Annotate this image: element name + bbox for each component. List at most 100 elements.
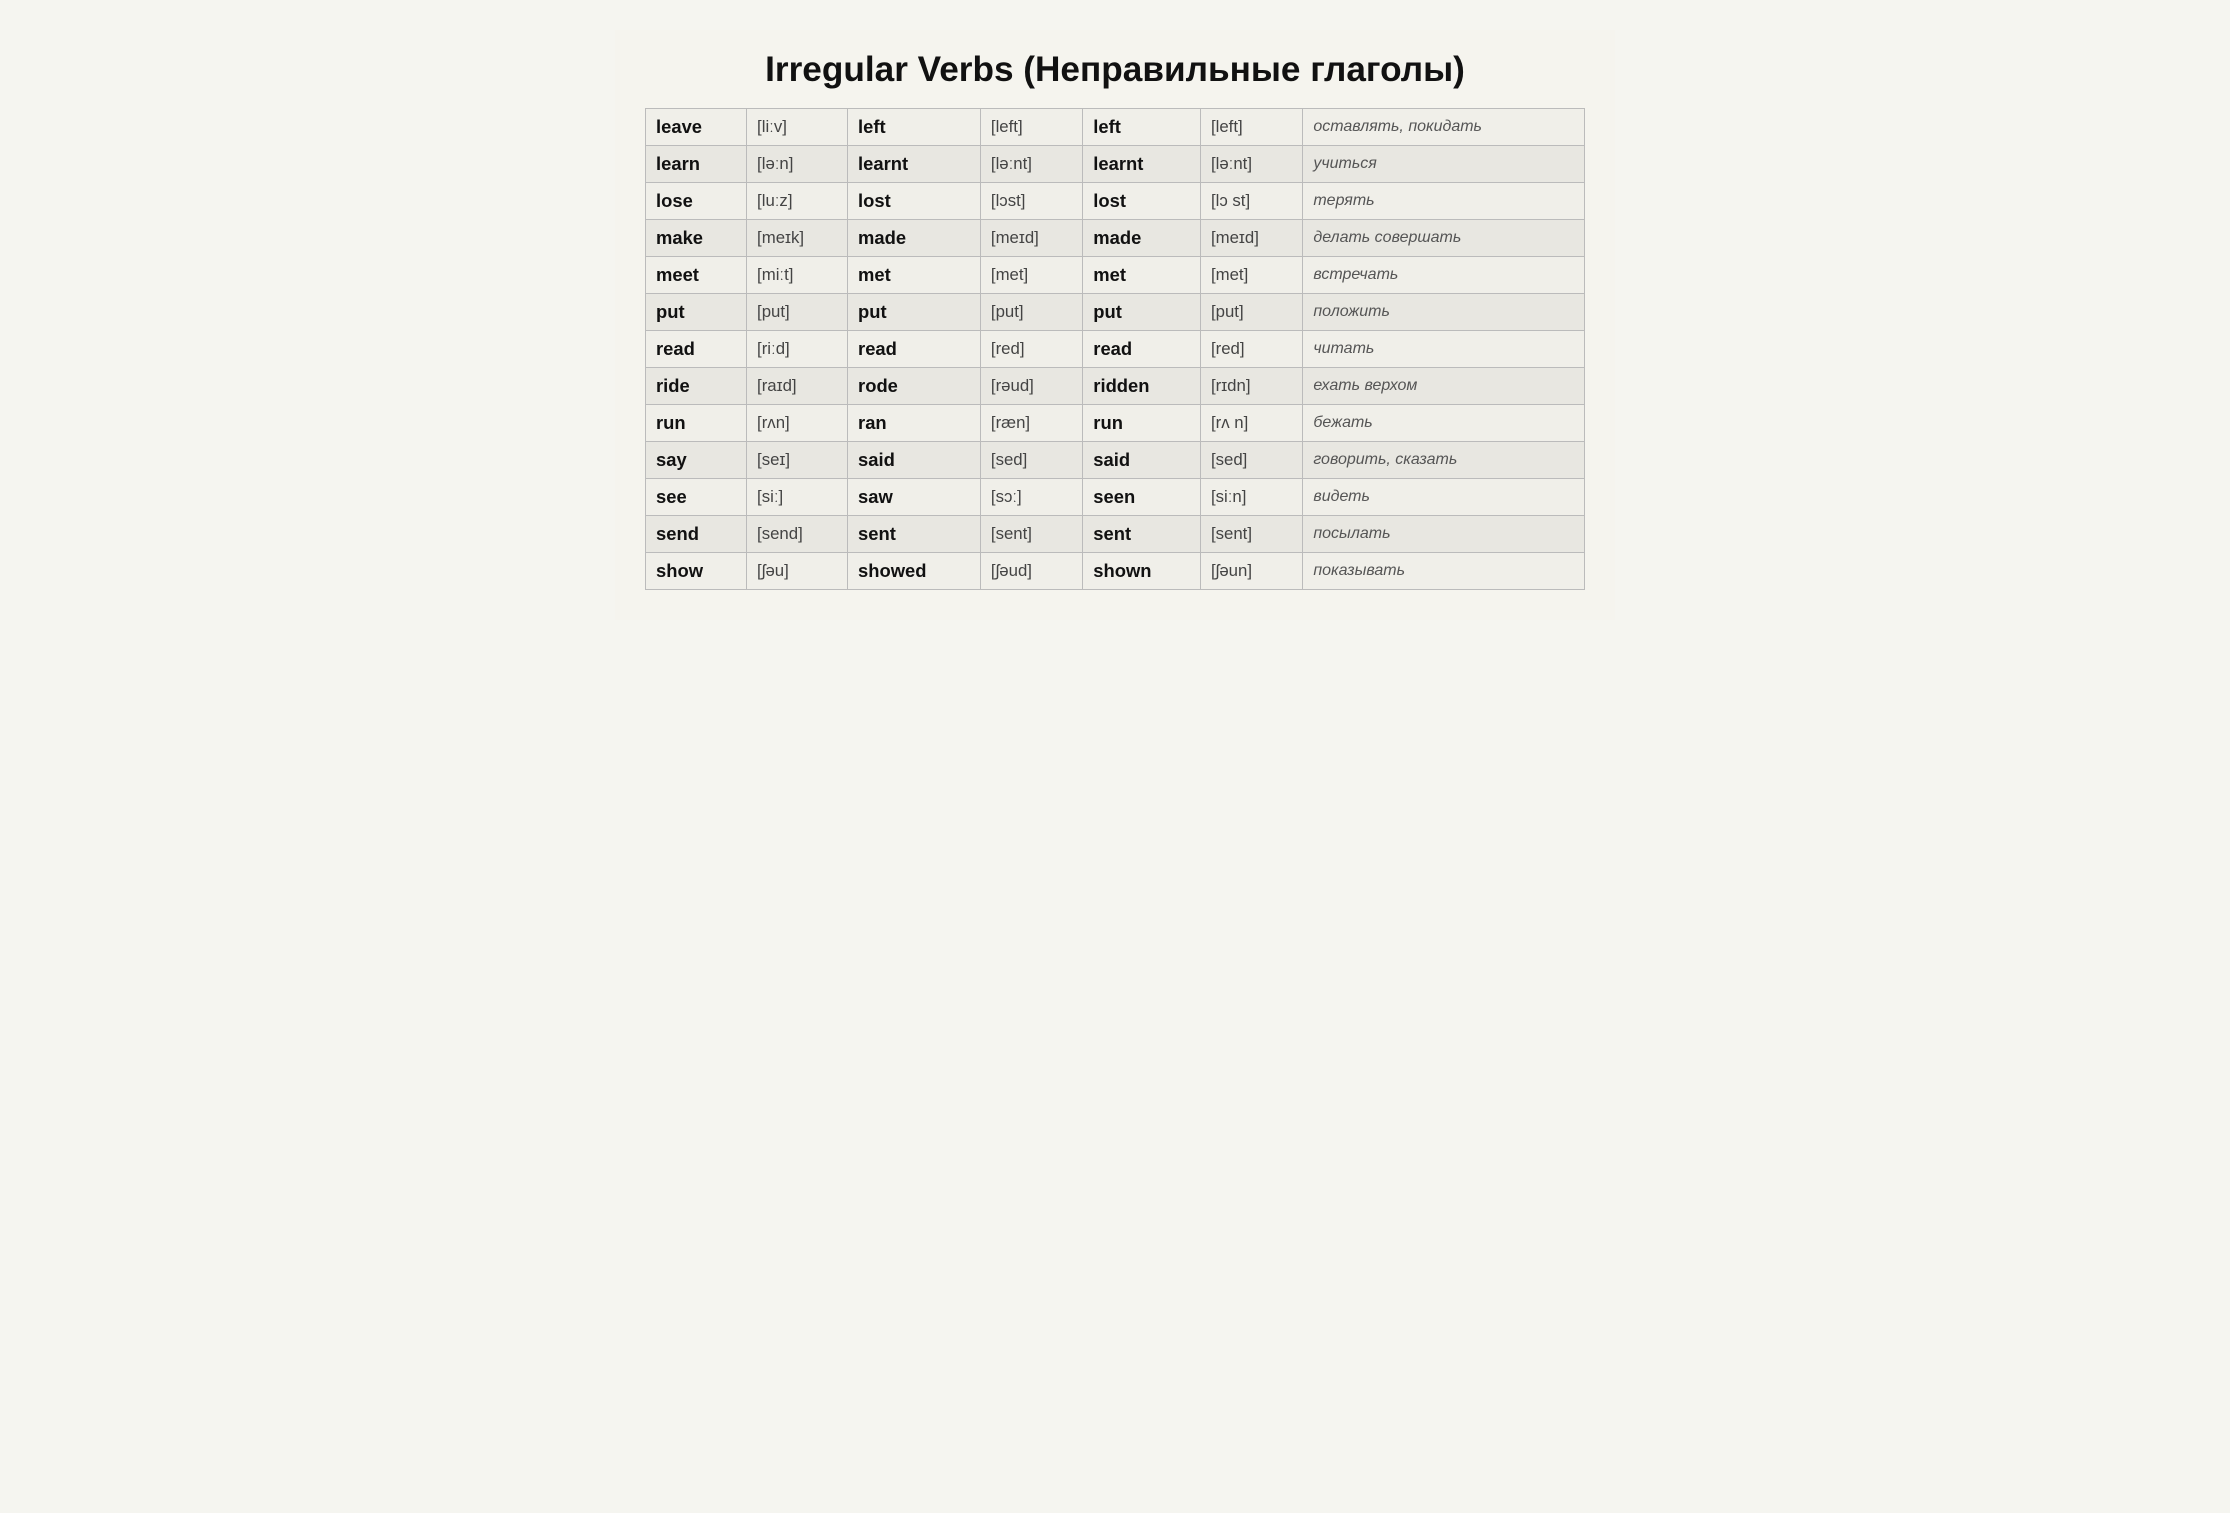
- translation-text: читать: [1313, 340, 1374, 357]
- phonetic3-cell: [siːn]: [1200, 479, 1302, 516]
- phonetic2-cell: [rəud]: [980, 368, 1082, 405]
- past-simple-word: learnt: [858, 153, 908, 174]
- translation-text: говорить, сказать: [1313, 451, 1457, 468]
- translation-cell: говорить, сказать: [1303, 442, 1585, 479]
- phonetic2-cell: [meɪd]: [980, 220, 1082, 257]
- phonetic2-cell: [lɔst]: [980, 183, 1082, 220]
- base-form-cell: meet: [646, 257, 747, 294]
- base-form-word: run: [656, 412, 686, 433]
- phonetic3: [meɪd]: [1211, 228, 1259, 247]
- past-participle-cell: said: [1083, 442, 1201, 479]
- phonetic1: [ləːn]: [757, 154, 793, 173]
- phonetic2: [sɔː]: [991, 487, 1022, 506]
- phonetic1: [send]: [757, 524, 803, 543]
- phonetic3: [left]: [1211, 117, 1243, 136]
- table-row: see [siː] saw [sɔː] seen [siːn] видеть: [646, 479, 1585, 516]
- base-form-word: make: [656, 227, 703, 248]
- translation-cell: показывать: [1303, 553, 1585, 590]
- past-participle-word: left: [1093, 116, 1121, 137]
- phonetic1-cell: [miːt]: [747, 257, 848, 294]
- phonetic1-cell: [meɪk]: [747, 220, 848, 257]
- phonetic2-cell: [left]: [980, 109, 1082, 146]
- past-simple-word: showed: [858, 560, 926, 581]
- past-simple-cell: lost: [848, 183, 981, 220]
- past-participle-word: ridden: [1093, 375, 1149, 396]
- table-row: lose [luːz] lost [lɔst] lost [lɔ st] тер…: [646, 183, 1585, 220]
- past-simple-word: said: [858, 449, 895, 470]
- phonetic1: [raɪd]: [757, 376, 797, 395]
- phonetic2: [met]: [991, 265, 1028, 284]
- table-row: leave [liːv] left [left] left [left] ост…: [646, 109, 1585, 146]
- past-participle-cell: learnt: [1083, 146, 1201, 183]
- table-row: read [riːd] read [red] read [red] читать: [646, 331, 1585, 368]
- translation-text: учиться: [1313, 155, 1376, 172]
- phonetic2-cell: [red]: [980, 331, 1082, 368]
- page-container: Irregular Verbs (Неправильные глаголы) l…: [615, 30, 1615, 620]
- base-form-cell: show: [646, 553, 747, 590]
- past-simple-cell: showed: [848, 553, 981, 590]
- past-simple-word: sent: [858, 523, 896, 544]
- phonetic3: [sent]: [1211, 524, 1252, 543]
- phonetic3: [met]: [1211, 265, 1248, 284]
- phonetic3-cell: [sent]: [1200, 516, 1302, 553]
- phonetic3-cell: [ʃəun]: [1200, 553, 1302, 590]
- table-row: ride [raɪd] rode [rəud] ridden [rɪdn] ех…: [646, 368, 1585, 405]
- phonetic3-cell: [ləːnt]: [1200, 146, 1302, 183]
- phonetic1-cell: [siː]: [747, 479, 848, 516]
- phonetic2: [ləːnt]: [991, 154, 1032, 173]
- phonetic1-cell: [liːv]: [747, 109, 848, 146]
- phonetic3-cell: [put]: [1200, 294, 1302, 331]
- base-form-cell: ride: [646, 368, 747, 405]
- phonetic2: [sed]: [991, 450, 1027, 469]
- past-participle-cell: met: [1083, 257, 1201, 294]
- past-participle-word: read: [1093, 338, 1132, 359]
- translation-cell: делать совершать: [1303, 220, 1585, 257]
- past-simple-cell: ran: [848, 405, 981, 442]
- translation-cell: бежать: [1303, 405, 1585, 442]
- base-form-cell: run: [646, 405, 747, 442]
- past-simple-cell: read: [848, 331, 981, 368]
- past-participle-cell: lost: [1083, 183, 1201, 220]
- past-participle-word: said: [1093, 449, 1130, 470]
- table-row: say [seɪ] said [sed] said [sed] говорить…: [646, 442, 1585, 479]
- past-participle-cell: left: [1083, 109, 1201, 146]
- past-simple-cell: met: [848, 257, 981, 294]
- phonetic1-cell: [send]: [747, 516, 848, 553]
- phonetic2: [put]: [991, 302, 1024, 321]
- phonetic1: [put]: [757, 302, 790, 321]
- past-simple-word: ran: [858, 412, 887, 433]
- phonetic1: [rʌn]: [757, 413, 790, 432]
- base-form-cell: learn: [646, 146, 747, 183]
- phonetic3-cell: [rɪdn]: [1200, 368, 1302, 405]
- past-simple-word: met: [858, 264, 891, 285]
- past-participle-word: met: [1093, 264, 1126, 285]
- translation-text: посылать: [1313, 525, 1390, 542]
- phonetic3: [put]: [1211, 302, 1244, 321]
- phonetic3-cell: [red]: [1200, 331, 1302, 368]
- phonetic2: [lɔst]: [991, 191, 1026, 210]
- translation-text: терять: [1313, 192, 1374, 209]
- base-form-cell: see: [646, 479, 747, 516]
- past-simple-word: lost: [858, 190, 891, 211]
- phonetic2-cell: [put]: [980, 294, 1082, 331]
- base-form-word: show: [656, 560, 703, 581]
- phonetic3-cell: [met]: [1200, 257, 1302, 294]
- phonetic1: [riːd]: [757, 339, 790, 358]
- table-row: run [rʌn] ran [ræn] run [rʌ n] бежать: [646, 405, 1585, 442]
- phonetic2: [ʃəud]: [991, 561, 1032, 580]
- phonetic2-cell: [ræn]: [980, 405, 1082, 442]
- phonetic1-cell: [rʌn]: [747, 405, 848, 442]
- phonetic1-cell: [luːz]: [747, 183, 848, 220]
- translation-text: ехать верхом: [1313, 377, 1417, 394]
- translation-cell: положить: [1303, 294, 1585, 331]
- table-row: learn [ləːn] learnt [ləːnt] learnt [ləːn…: [646, 146, 1585, 183]
- phonetic1-cell: [riːd]: [747, 331, 848, 368]
- translation-text: встречать: [1313, 266, 1398, 283]
- phonetic1: [meɪk]: [757, 228, 804, 247]
- phonetic2-cell: [sent]: [980, 516, 1082, 553]
- phonetic1-cell: [ʃəu]: [747, 553, 848, 590]
- phonetic3: [sed]: [1211, 450, 1247, 469]
- base-form-cell: make: [646, 220, 747, 257]
- verbs-table: leave [liːv] left [left] left [left] ост…: [645, 108, 1585, 590]
- phonetic2: [sent]: [991, 524, 1032, 543]
